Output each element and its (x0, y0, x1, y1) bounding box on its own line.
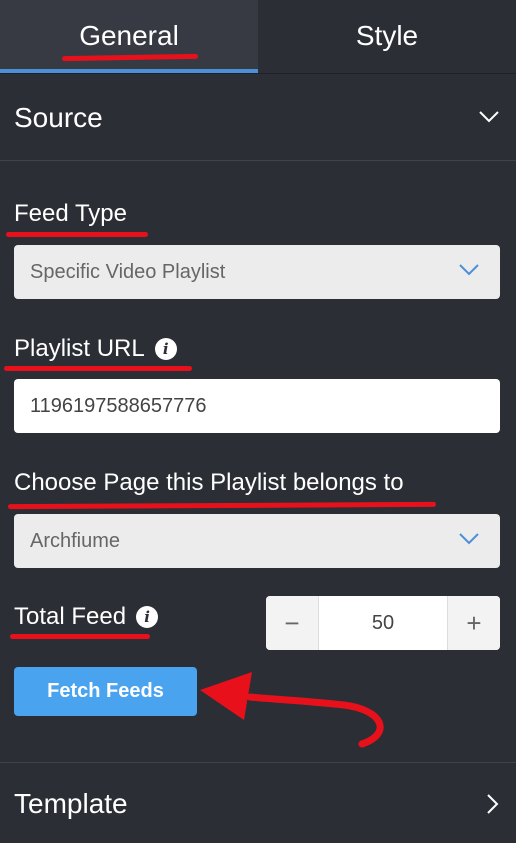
annotation-arrow (200, 672, 384, 748)
